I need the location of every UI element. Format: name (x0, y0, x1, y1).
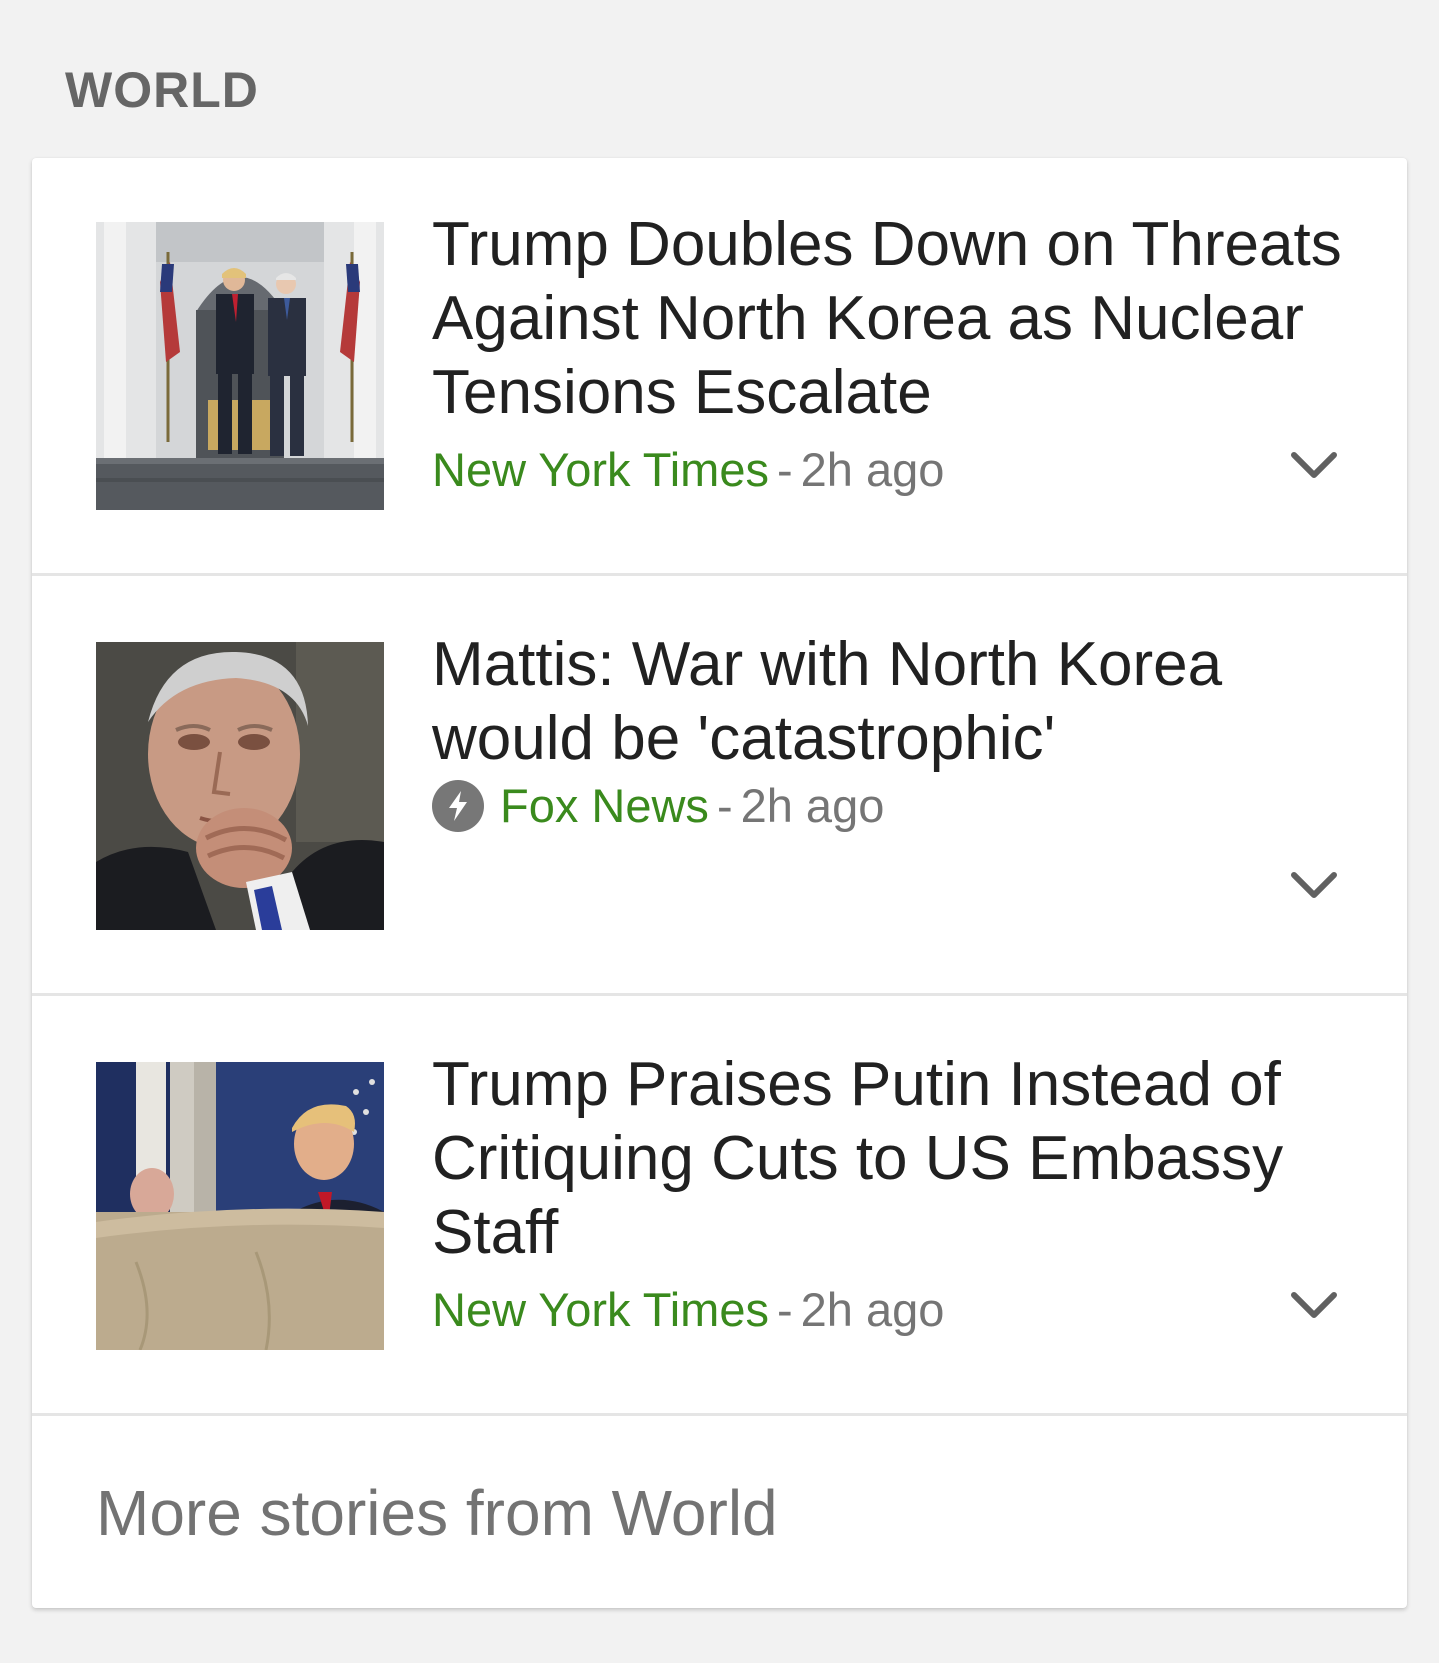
story-time: 2h ago (740, 779, 885, 832)
story-time: 2h ago (800, 443, 945, 496)
story-item[interactable]: Trump Doubles Down on Threats Against No… (32, 158, 1407, 576)
more-stories-link[interactable]: More stories from World (96, 1473, 778, 1553)
story-headline[interactable]: Trump Praises Putin Instead of Critiquin… (432, 1048, 1352, 1270)
chevron-down-icon (1291, 1292, 1337, 1318)
news-card: Trump Doubles Down on Threats Against No… (32, 158, 1407, 1608)
story-meta: New York Times - 2h ago (432, 1282, 944, 1338)
trump-pence-photo (96, 222, 384, 510)
expand-button[interactable] (1282, 1274, 1346, 1338)
story-meta: New York Times - 2h ago (432, 442, 944, 498)
story-time: 2h ago (800, 1283, 945, 1336)
meta-separator: - (776, 1283, 793, 1336)
expand-button[interactable] (1282, 434, 1346, 498)
expand-button[interactable] (1282, 854, 1346, 918)
story-headline[interactable]: Trump Doubles Down on Threats Against No… (432, 208, 1352, 430)
story-meta: Fox News - 2h ago (432, 778, 884, 834)
story-thumbnail[interactable] (96, 642, 384, 930)
story-headline[interactable]: Mattis: War with North Korea would be 'c… (432, 628, 1352, 776)
story-source[interactable]: New York Times (432, 1282, 769, 1338)
story-source[interactable]: New York Times (432, 442, 769, 498)
story-thumbnail[interactable] (96, 222, 384, 510)
story-item[interactable]: Trump Praises Putin Instead of Critiquin… (32, 998, 1407, 1416)
mattis-portrait-photo (96, 642, 384, 930)
story-source[interactable]: Fox News (500, 778, 709, 834)
lightning-bolt-icon (432, 780, 484, 832)
meta-separator: - (776, 443, 793, 496)
chevron-down-icon (1291, 872, 1337, 898)
chevron-down-icon (1291, 452, 1337, 478)
section-title: WORLD (65, 62, 259, 118)
trump-mcmaster-photo (96, 1062, 384, 1350)
story-item[interactable]: Mattis: War with North Korea would be 'c… (32, 578, 1407, 996)
meta-separator: - (716, 779, 733, 832)
story-thumbnail[interactable] (96, 1062, 384, 1350)
